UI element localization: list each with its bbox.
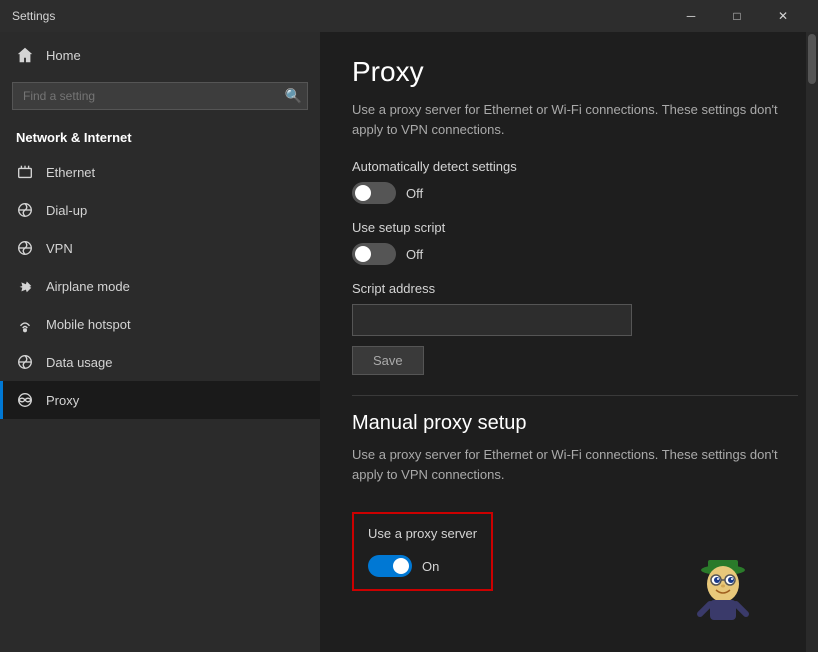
setup-script-toggle-row: Off	[352, 243, 798, 265]
auto-detect-toggle-row: Off	[352, 182, 798, 204]
airplane-icon	[16, 277, 34, 295]
mascot-svg	[688, 552, 758, 632]
auto-detect-state: Off	[406, 186, 423, 201]
app-body: Home 🔍 Network & Internet Ethernet	[0, 32, 818, 652]
use-proxy-label: Use a proxy server	[368, 526, 477, 541]
manual-proxy-title: Manual proxy setup	[352, 412, 798, 435]
scrollbar-track[interactable]	[806, 32, 818, 652]
section-divider	[352, 395, 798, 396]
proxy-icon	[16, 391, 34, 409]
ethernet-icon	[16, 163, 34, 181]
auto-detect-label: Automatically detect settings	[352, 159, 798, 174]
search-button[interactable]: 🔍	[285, 88, 302, 105]
manual-proxy-description: Use a proxy server for Ethernet or Wi-Fi…	[352, 445, 798, 484]
minimize-button[interactable]: ─	[668, 0, 714, 32]
use-proxy-state: On	[422, 559, 439, 574]
sidebar-item-dialup[interactable]: Dial-up	[0, 191, 320, 229]
auto-detect-description: Use a proxy server for Ethernet or Wi-Fi…	[352, 100, 798, 139]
main-content: Proxy Use a proxy server for Ethernet or…	[320, 32, 818, 652]
setup-script-label: Use setup script	[352, 220, 798, 235]
script-address-input[interactable]	[352, 304, 632, 336]
proxy-label: Proxy	[46, 393, 79, 408]
scrollbar-thumb[interactable]	[808, 34, 816, 84]
home-icon	[16, 46, 34, 64]
use-proxy-toggle-row: On	[368, 555, 477, 577]
window-controls: ─ □ ✕	[668, 0, 806, 32]
use-proxy-knob	[393, 558, 409, 574]
vpn-icon	[16, 239, 34, 257]
sidebar-item-vpn[interactable]: VPN	[0, 229, 320, 267]
auto-detect-knob	[355, 185, 371, 201]
maximize-button[interactable]: □	[714, 0, 760, 32]
sidebar-section-label: Network & Internet	[0, 122, 320, 153]
search-box: 🔍	[12, 82, 308, 110]
setup-script-state: Off	[406, 247, 423, 262]
dialup-icon	[16, 201, 34, 219]
use-proxy-highlight-box: Use a proxy server On	[352, 512, 493, 591]
page-title: Proxy	[352, 56, 798, 88]
ethernet-label: Ethernet	[46, 165, 95, 180]
search-input[interactable]	[12, 82, 308, 110]
sidebar-item-home[interactable]: Home	[0, 32, 320, 74]
use-proxy-toggle[interactable]	[368, 555, 412, 577]
sidebar-item-datausage[interactable]: Data usage	[0, 343, 320, 381]
close-button[interactable]: ✕	[760, 0, 806, 32]
auto-detect-toggle[interactable]	[352, 182, 396, 204]
hotspot-label: Mobile hotspot	[46, 317, 131, 332]
vpn-label: VPN	[46, 241, 73, 256]
title-bar: Settings ─ □ ✕	[0, 0, 818, 32]
sidebar-item-ethernet[interactable]: Ethernet	[0, 153, 320, 191]
home-label: Home	[46, 48, 81, 63]
save-button[interactable]: Save	[352, 346, 424, 375]
auto-detect-setting: Automatically detect settings Off	[352, 159, 798, 204]
datausage-label: Data usage	[46, 355, 113, 370]
setup-script-setting: Use setup script Off	[352, 220, 798, 265]
script-address-label: Script address	[352, 281, 798, 296]
sidebar-item-hotspot[interactable]: Mobile hotspot	[0, 305, 320, 343]
data-icon	[16, 353, 34, 371]
sidebar: Home 🔍 Network & Internet Ethernet	[0, 32, 320, 652]
app-title: Settings	[12, 9, 55, 23]
mascot-image	[688, 552, 758, 632]
sidebar-item-airplane[interactable]: Airplane mode	[0, 267, 320, 305]
sidebar-item-proxy[interactable]: Proxy	[0, 381, 320, 419]
dialup-label: Dial-up	[46, 203, 87, 218]
airplane-label: Airplane mode	[46, 279, 130, 294]
script-address-section: Script address Save	[352, 281, 798, 375]
hotspot-icon	[16, 315, 34, 333]
setup-script-knob	[355, 246, 371, 262]
setup-script-toggle[interactable]	[352, 243, 396, 265]
